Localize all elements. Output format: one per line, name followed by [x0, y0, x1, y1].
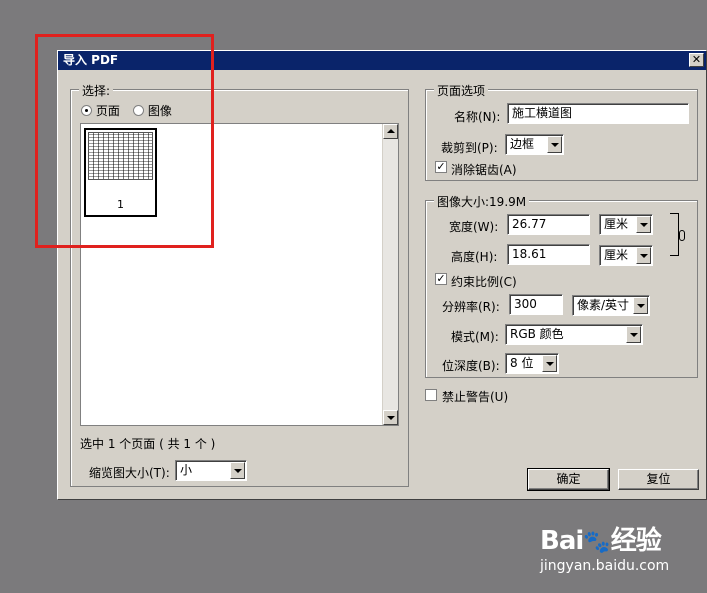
width-unit-value: 厘米: [604, 217, 629, 231]
watermark-site: jingyan.baidu.com: [540, 558, 670, 574]
height-unit-select[interactable]: 厘米: [599, 245, 653, 266]
depth-label: 位深度(B):: [442, 359, 500, 373]
height-field[interactable]: 18.61: [507, 244, 590, 265]
constrain-label: 约束比例(C): [451, 275, 517, 289]
annotation-highlight-box: [35, 34, 214, 248]
crop-label: 裁剪到(P):: [441, 141, 498, 155]
mode-value: RGB 颜色: [510, 327, 564, 341]
reset-button[interactable]: 复位: [618, 469, 699, 490]
height-unit-value: 厘米: [604, 248, 629, 262]
height-value: 18.61: [512, 247, 547, 261]
width-unit-select[interactable]: 厘米: [599, 214, 653, 235]
baidu-watermark: Bai🐾经验 jingyan.baidu.com: [540, 520, 669, 574]
preview-scrollbar[interactable]: [382, 124, 398, 425]
antialias-label: 消除锯齿(A): [451, 163, 517, 177]
depth-select[interactable]: 8 位: [505, 353, 559, 374]
image-size-group-label: 图像大小:19.9M: [434, 193, 530, 210]
resolution-label: 分辨率(R):: [442, 300, 500, 314]
chevron-down-icon[interactable]: [633, 297, 648, 314]
chevron-down-icon[interactable]: [636, 216, 651, 233]
close-button[interactable]: ✕: [689, 53, 704, 67]
resolution-unit-select[interactable]: 像素/英寸: [572, 295, 650, 316]
crop-select[interactable]: 边框: [505, 134, 564, 155]
thumb-size-value: 小: [180, 463, 193, 477]
chain-link-icon: [679, 230, 685, 241]
close-icon: ✕: [691, 53, 702, 66]
link-bracket: [670, 213, 679, 256]
name-label: 名称(N):: [454, 110, 501, 124]
thumb-size-select[interactable]: 小: [175, 460, 247, 481]
antialias-checkbox[interactable]: ✓: [435, 161, 447, 173]
page-options-group-label: 页面选项: [434, 82, 489, 99]
name-field[interactable]: 施工横道图: [507, 103, 689, 124]
watermark-logo-text: Bai: [540, 526, 584, 556]
chevron-down-icon[interactable]: [547, 136, 562, 153]
suppress-warnings-label: 禁止警告(U): [442, 390, 509, 404]
resolution-value: 300: [514, 297, 537, 311]
name-value: 施工横道图: [512, 106, 573, 120]
height-label: 高度(H):: [451, 250, 498, 264]
width-field[interactable]: 26.77: [507, 214, 590, 235]
paw-icon: 🐾: [583, 530, 611, 555]
thumb-size-label: 缩览图大小(T):: [89, 466, 170, 480]
ok-button[interactable]: 确定: [527, 468, 610, 491]
width-value: 26.77: [512, 217, 547, 231]
width-label: 宽度(W):: [449, 220, 499, 234]
depth-value: 8 位: [510, 356, 534, 370]
crop-value: 边框: [510, 137, 535, 151]
scroll-up-button[interactable]: [383, 124, 398, 139]
chevron-down-icon[interactable]: [636, 247, 651, 264]
mode-select[interactable]: RGB 颜色: [505, 324, 643, 345]
constrain-checkbox[interactable]: ✓: [435, 273, 447, 285]
resolution-unit-value: 像素/英寸: [577, 298, 630, 312]
chevron-down-icon[interactable]: [230, 462, 245, 479]
resolution-field[interactable]: 300: [509, 294, 563, 315]
chevron-down-icon[interactable]: [542, 355, 557, 372]
chevron-down-icon[interactable]: [626, 326, 641, 343]
selection-status: 选中 1 个页面 ( 共 1 个 ): [80, 437, 216, 451]
watermark-logo-suffix: 经验: [610, 526, 662, 556]
mode-label: 模式(M):: [451, 330, 499, 344]
scroll-down-button[interactable]: [383, 410, 398, 425]
suppress-warnings-checkbox[interactable]: [425, 389, 437, 401]
